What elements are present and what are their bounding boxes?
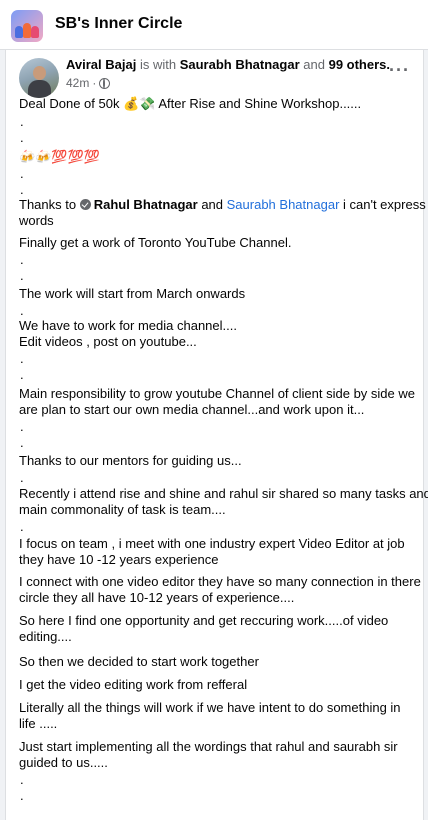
post-line: So then we decided to start work togethe…	[19, 654, 259, 669]
post-line: I connect with one video editor they hav…	[19, 574, 421, 589]
mention-saurabh[interactable]: Saurabh Bhatnagar	[227, 197, 340, 212]
spacer-dot: .	[20, 470, 24, 485]
post-line: I get the video editing work from reffer…	[19, 677, 248, 692]
post-line: Finally get a work of Toronto YouTube Ch…	[19, 235, 292, 250]
spacer-dot: .	[20, 166, 24, 181]
post-line: Thanks to our mentors for guiding us...	[19, 453, 242, 468]
post-time[interactable]: 42m	[66, 76, 89, 90]
post-line: 🍻🍻💯💯💯	[19, 149, 100, 164]
author-name[interactable]: Aviral Bajaj	[66, 57, 136, 72]
with-text: is with	[139, 57, 177, 72]
author-avatar[interactable]	[19, 58, 59, 98]
group-avatar-figure	[23, 23, 31, 38]
spacer-dot: .	[20, 519, 24, 534]
post-line: words	[19, 213, 54, 228]
post-card: Aviral Bajaj is with Saurabh Bhatnagar a…	[5, 50, 428, 820]
spacer-dot: .	[20, 351, 24, 366]
post-line: Main responsibility to grow youtube Chan…	[19, 386, 415, 401]
others-link[interactable]: 99 others.	[329, 57, 390, 72]
post-meta: 42m ·	[66, 76, 111, 90]
more-options-icon[interactable]: ···	[389, 60, 410, 81]
group-header: SB's Inner Circle	[0, 0, 428, 50]
text-segment: and	[197, 197, 227, 212]
group-avatar[interactable]	[11, 10, 43, 42]
post-line: main commonality of task is team....	[19, 502, 226, 517]
avatar-head	[33, 66, 46, 80]
and-text: and	[303, 57, 325, 72]
spacer-dot: .	[20, 252, 24, 267]
spacer-dot: .	[20, 788, 24, 803]
spacer-dot: .	[20, 130, 24, 145]
spacer-dot: .	[20, 419, 24, 434]
text-segment: i can't express	[339, 197, 426, 212]
post-line: they have 10 -12 years experience	[19, 552, 219, 567]
group-avatar-figure	[31, 26, 39, 38]
post-line: Deal Done of 50k 💰💸 After Rise and Shine…	[19, 96, 362, 111]
post-line: Literally all the things will work if we…	[19, 700, 401, 715]
verified-icon	[79, 199, 91, 210]
post-line: circle they all have 10-12 years of expe…	[19, 590, 295, 605]
post-line: editing....	[19, 629, 72, 644]
spacer-dot: .	[20, 114, 24, 129]
spacer-dot: .	[20, 268, 24, 283]
post-line: are plan to start our own media channel.…	[19, 402, 365, 417]
spacer-dot: .	[20, 303, 24, 318]
spacer-dot: .	[20, 367, 24, 382]
post-line: We have to work for media channel....	[19, 318, 237, 333]
group-title[interactable]: SB's Inner Circle	[55, 15, 182, 33]
post-line: Recently i attend rise and shine and rah…	[19, 486, 428, 501]
post-line: The work will start from March onwards	[19, 286, 246, 301]
post-author-line: Aviral Bajaj is with Saurabh Bhatnagar a…	[66, 57, 390, 72]
post-line: life .....	[19, 716, 58, 731]
spacer-dot: .	[20, 435, 24, 450]
post-line: guided to us.....	[19, 755, 108, 770]
spacer-dot: .	[20, 772, 24, 787]
post-line: Edit videos , post on youtube...	[19, 334, 197, 349]
post-line: I focus on team , i meet with one indust…	[19, 536, 405, 551]
text-segment: Thanks to	[19, 197, 80, 212]
post-line: So here I find one opportunity and get r…	[19, 613, 389, 628]
group-avatar-figure	[15, 26, 23, 38]
spacer-dot: .	[20, 182, 24, 197]
post-line: Thanks to Rahul Bhatnagar and Saurabh Bh…	[19, 197, 426, 213]
post-line: Just start implementing all the wordings…	[19, 739, 398, 754]
meta-separator: ·	[92, 76, 97, 90]
globe-icon[interactable]	[99, 77, 111, 89]
tagged-person[interactable]: Saurabh Bhatnagar	[180, 57, 300, 72]
mention-rahul[interactable]: Rahul Bhatnagar	[94, 197, 198, 212]
